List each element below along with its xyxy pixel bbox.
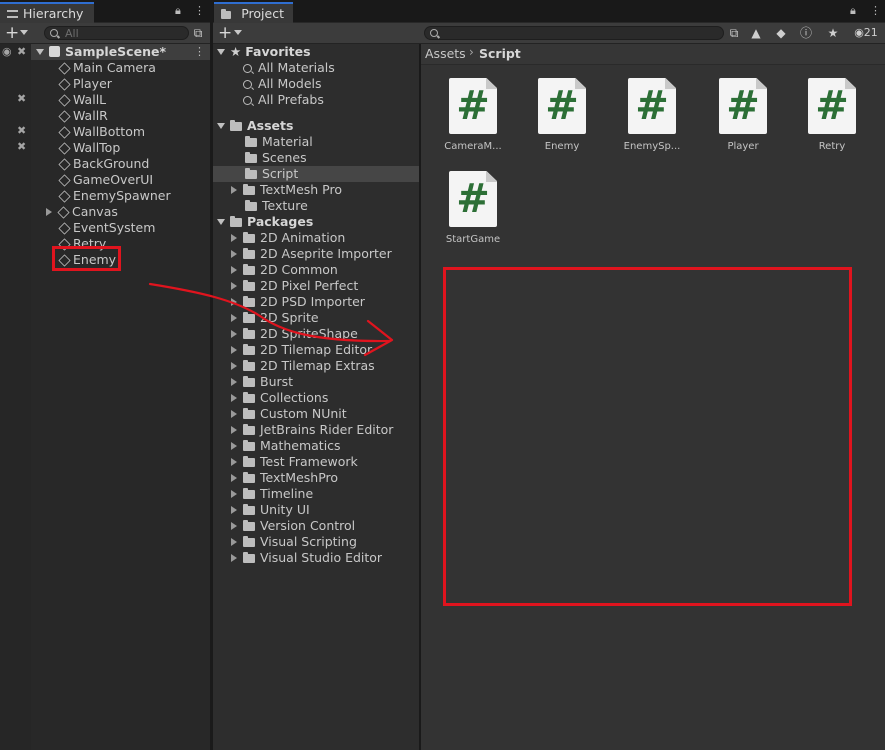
annotation-arrow bbox=[148, 282, 394, 357]
